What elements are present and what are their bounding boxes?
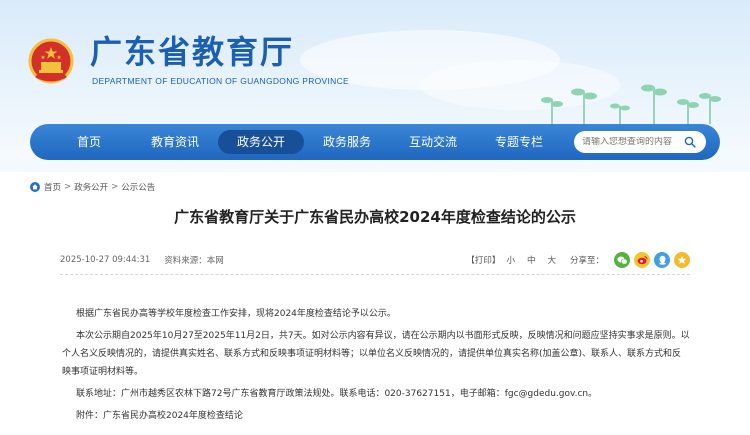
article-body: 根据广东省民办高等学校年度检查工作安排，现将2024年度检查结论予以公示。 本次… [62,305,690,429]
print-button[interactable]: 【打印】 [466,254,500,266]
qzone-icon[interactable] [674,252,690,268]
font-size-medium[interactable]: 中 [527,254,536,266]
breadcrumb-gov-affairs[interactable]: 政务公开 [74,181,108,193]
site-subtitle: DEPARTMENT OF EDUCATION OF GUANGDONG PRO… [92,76,350,86]
meta-divider [60,274,690,275]
search-icon[interactable] [682,134,698,150]
breadcrumb-separator: > [64,182,72,192]
weibo-icon[interactable] [634,252,650,268]
article-tools: 【打印】 小 中 大 分享至： [466,252,690,268]
article-paragraph: 本次公示期自2025年10月27至2025年11月2日，共7天。如对公示内容有异… [62,331,690,377]
national-emblem-icon[interactable] [28,38,74,84]
nav-item-gov-affairs[interactable]: 政务公开 [218,130,304,154]
attachment-link[interactable]: 附件：广东省民办高校2024年度检查结论 [62,407,690,425]
nav-item-interaction[interactable]: 互动交流 [390,130,476,154]
wechat-icon[interactable] [614,252,630,268]
nav-item-news[interactable]: 教育资讯 [132,130,218,154]
search-input[interactable] [582,137,682,147]
article-title: 广东省教育厅关于广东省民办高校2024年度检查结论的公示 [174,208,576,226]
breadcrumb: 首页 > 政务公开 > 公示公告 [30,181,155,193]
search-box [574,131,706,153]
breadcrumb-home[interactable]: 首页 [44,181,61,193]
breadcrumb-separator: > [111,182,119,192]
nav-item-home[interactable]: 首页 [46,130,132,154]
decorative-plants [541,84,721,124]
article-source: 资料来源：本网 [164,256,224,266]
home-icon [30,182,40,192]
publish-date: 2025-10-27 09:44:31 [60,255,151,265]
breadcrumb-notices[interactable]: 公示公告 [121,181,155,193]
share-label: 分享至： [569,256,604,266]
main-nav: 首页 教育资讯 政务公开 政务服务 互动交流 专题专栏 [30,124,720,160]
article-meta: 2025-10-27 09:44:31 资料来源：本网 【打印】 小 中 大 分… [60,251,690,269]
font-size-small[interactable]: 小 [506,254,515,266]
nav-item-topics[interactable]: 专题专栏 [476,130,562,154]
qq-icon[interactable] [654,252,670,268]
article-paragraph: 根据广东省民办高等学校年度检查工作安排，现将2024年度检查结论予以公示。 [76,309,396,319]
article-paragraph: 联系地址：广州市越秀区农林下路72号广东省教育厅政策法规处。联系电话：020-3… [76,389,598,399]
font-size-large[interactable]: 大 [547,254,556,266]
site-title[interactable]: 广东省教育厅 [90,32,294,72]
nav-item-gov-services[interactable]: 政务服务 [304,130,390,154]
